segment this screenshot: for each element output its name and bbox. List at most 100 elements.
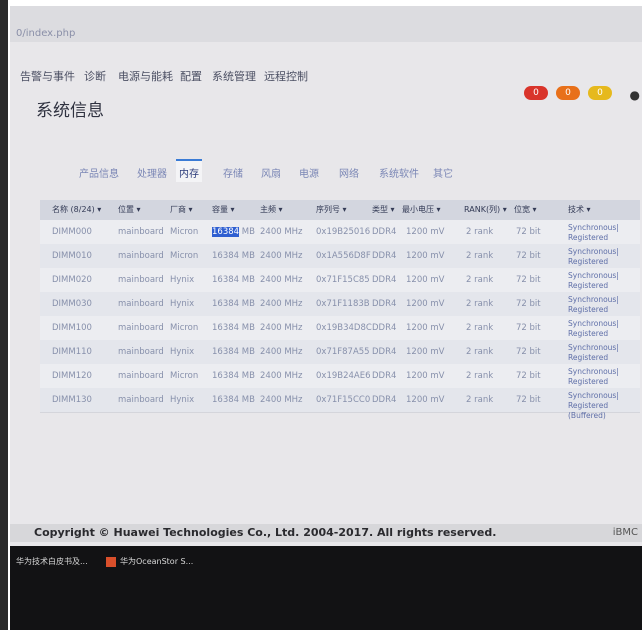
col-capacity[interactable]: 容量 ▾ xyxy=(212,204,235,215)
table-cell: 0x1A556D8F xyxy=(316,251,371,261)
tab-fan[interactable]: 风扇 xyxy=(258,163,284,182)
tab-network[interactable]: 网络 xyxy=(336,163,362,182)
table-cell: 0x71F15C85 xyxy=(316,275,370,285)
table-cell: 16384 MB xyxy=(212,251,255,261)
table-cell: 72 bit xyxy=(516,323,541,333)
table-cell: 0x71F87A55 xyxy=(316,347,370,357)
table-cell: DDR4 xyxy=(372,275,397,285)
table-header: 名称 (8/24) ▾ 位置 ▾ 厂商 ▾ 容量 ▾ 主频 ▾ 序列号 ▾ 类型… xyxy=(40,200,640,220)
table-cell: 2400 MHz xyxy=(260,299,303,309)
table-cell: 2 rank xyxy=(466,371,494,381)
taskbar-item-label: 华为OceanStor S... xyxy=(120,557,194,566)
table-cell: Hynix xyxy=(170,395,195,405)
table-row[interactable]: DIMM010 mainboard Micron 16384 MB 2400 MHz 0x… xyxy=(40,244,640,276)
tab-storage[interactable]: 存储 xyxy=(220,163,246,182)
menu-system-admin[interactable]: 系统管理 xyxy=(212,68,256,84)
col-type[interactable]: 类型 ▾ xyxy=(372,204,395,215)
tab-power[interactable]: 电源 xyxy=(296,163,322,182)
table-cell: Hynix xyxy=(170,275,195,285)
table-cell: 0x19B24AE6 xyxy=(316,371,371,381)
main-menu: 告警与事件 诊断 电源与能耗 配置 系统管理 远程控制 xyxy=(10,68,642,88)
tab-processor[interactable]: 处理器 xyxy=(134,163,170,182)
table-cell: mainboard xyxy=(118,299,164,309)
table-cell: 2400 MHz xyxy=(260,371,303,381)
table-row[interactable]: DIMM000 mainboard Micron 16384 MB 2400 MHz 0x… xyxy=(40,220,640,252)
col-technology[interactable]: 技术 ▾ xyxy=(568,204,591,215)
table-cell: 1200 mV xyxy=(406,275,445,285)
address-bar[interactable]: 0/index.php xyxy=(10,6,642,42)
table-cell: 72 bit xyxy=(516,299,541,309)
table-cell: 16384 MB xyxy=(212,323,255,333)
menu-alarms[interactable]: 告警与事件 xyxy=(20,68,75,84)
col-rank[interactable]: RANK(列) ▾ xyxy=(464,204,507,215)
table-cell: DIMM110 xyxy=(52,347,92,357)
major-alert-badge[interactable]: 0 xyxy=(556,86,580,100)
table-cell: DDR4 xyxy=(372,371,397,381)
user-icon[interactable]: ● xyxy=(630,88,640,102)
table-cell: DIMM100 xyxy=(52,323,92,333)
table-row[interactable]: DIMM130 mainboard Hynix 16384 MB 2400 MHz 0x7… xyxy=(40,388,640,420)
tab-product-info[interactable]: 产品信息 xyxy=(76,163,122,182)
col-serial[interactable]: 序列号 ▾ xyxy=(316,204,347,215)
url-text[interactable]: 0/index.php xyxy=(16,28,75,39)
table-row[interactable]: DIMM020 mainboard Hynix 16384 MB 2400 MHz 0x7… xyxy=(40,268,640,300)
col-frequency[interactable]: 主频 ▾ xyxy=(260,204,283,215)
table-cell: 72 bit xyxy=(516,227,541,237)
table-cell: Micron xyxy=(170,371,199,381)
table-cell: 16384 MB xyxy=(212,371,255,381)
table-cell: 1200 mV xyxy=(406,323,445,333)
table-cell: 72 bit xyxy=(516,395,541,405)
copyright-text: Copyright © Huawei Technologies Co., Ltd… xyxy=(34,526,497,539)
tab-other[interactable]: 其它 xyxy=(430,163,456,182)
table-cell: Micron xyxy=(170,323,199,333)
col-name[interactable]: 名称 (8/24) ▾ xyxy=(52,204,101,215)
table-row[interactable]: DIMM100 mainboard Micron 16384 MB 2400 MHz 0x… xyxy=(40,316,640,348)
table-cell: mainboard xyxy=(118,323,164,333)
table-cell: 1200 mV xyxy=(406,347,445,357)
taskbar-item-whitepaper[interactable]: 华为技术白皮书及... xyxy=(16,556,88,567)
table-row[interactable]: DIMM110 mainboard Hynix 16384 MB 2400 MHz 0x7… xyxy=(40,340,640,372)
table-cell: 16384 MB xyxy=(212,275,255,285)
menu-config[interactable]: 配置 xyxy=(180,68,202,84)
table-cell: DDR4 xyxy=(372,323,397,333)
brand-label: iBMC xyxy=(612,527,638,538)
table-cell: 2400 MHz xyxy=(260,323,303,333)
taskbar-item-label: 华为技术白皮书及... xyxy=(16,557,88,566)
table-cell: 2 rank xyxy=(466,299,494,309)
table-cell: DDR4 xyxy=(372,299,397,309)
tab-memory[interactable]: 内存 xyxy=(176,159,202,182)
table-cell: 16384 MB xyxy=(212,395,255,405)
table-cell: DIMM120 xyxy=(52,371,92,381)
table-row[interactable]: DIMM120 mainboard Micron 16384 MB 2400 MHz 0x… xyxy=(40,364,640,396)
col-vendor[interactable]: 厂商 ▾ xyxy=(170,204,193,215)
table-row[interactable]: DIMM030 mainboard Hynix 16384 MB 2400 MHz 0x7… xyxy=(40,292,640,324)
col-min-voltage[interactable]: 最小电压 ▾ xyxy=(402,204,441,215)
table-cell: Micron xyxy=(170,251,199,261)
table-cell: Hynix xyxy=(170,347,195,357)
taskbar-item-oceanstor[interactable]: 华为OceanStor S... xyxy=(106,556,193,567)
menu-diagnostics[interactable]: 诊断 xyxy=(84,68,106,84)
table-cell: 1200 mV xyxy=(406,251,445,261)
tab-system-software[interactable]: 系统软件 xyxy=(376,163,422,182)
table-cell: 16384 MB xyxy=(212,347,255,357)
menu-remote-control[interactable]: 远程控制 xyxy=(264,68,308,84)
table-cell: Synchronous| Registered (Buffered) xyxy=(568,391,619,420)
table-cell: 2400 MHz xyxy=(260,275,303,285)
table-cell: mainboard xyxy=(118,227,164,237)
table-cell: 16384 MB xyxy=(212,299,255,309)
table-cell: 2400 MHz xyxy=(260,227,303,237)
table-cell: Micron xyxy=(170,227,199,237)
table-cell: 16384 MB xyxy=(212,227,255,237)
minor-alert-badge[interactable]: 0 xyxy=(588,86,612,100)
table-cell: mainboard xyxy=(118,347,164,357)
menu-power[interactable]: 电源与能耗 xyxy=(118,68,173,84)
col-location[interactable]: 位置 ▾ xyxy=(118,204,141,215)
footer-wrap: Copyright © Huawei Technologies Co., Ltd… xyxy=(10,524,642,546)
table-cell: 72 bit xyxy=(516,275,541,285)
table-cell: DIMM030 xyxy=(52,299,92,309)
footer: Copyright © Huawei Technologies Co., Ltd… xyxy=(10,524,642,542)
critical-alert-badge[interactable]: 0 xyxy=(524,86,548,100)
table-cell: 0x19B25016 xyxy=(316,227,371,237)
table-cell: Hynix xyxy=(170,299,195,309)
col-bit-width[interactable]: 位宽 ▾ xyxy=(514,204,537,215)
